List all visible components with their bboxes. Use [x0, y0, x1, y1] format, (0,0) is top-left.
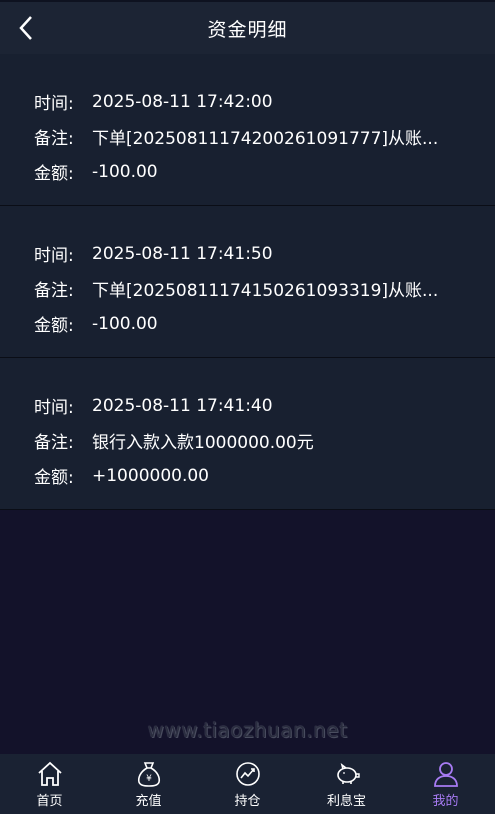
time-value: 2025-08-11 17:42:00 [92, 91, 273, 112]
time-row: 时间: 2025-08-11 17:41:50 [0, 236, 495, 271]
note-value: 银行入款入款1000000.00元 [92, 433, 314, 453]
amount-label: 金额: [34, 164, 74, 184]
time-label: 时间: [34, 246, 74, 266]
tab-positions[interactable]: 持仓 [198, 754, 297, 814]
tab-label: 我的 [432, 794, 459, 809]
money-bag-icon: ¥ [137, 762, 160, 787]
time-label: 时间: [34, 398, 74, 418]
note-row: 备注: 下单[20250811174150261093319]从账... [0, 271, 495, 306]
user-icon [433, 762, 458, 787]
tab-label: 利息宝 [326, 794, 366, 809]
time-label: 时间: [34, 94, 74, 114]
note-label: 备注: [34, 433, 74, 453]
tab-recharge[interactable]: ¥ 充值 [99, 754, 198, 814]
tab-home[interactable]: 首页 [0, 754, 99, 814]
time-row: 时间: 2025-08-11 17:42:00 [0, 84, 495, 119]
piggy-bank-icon [336, 763, 360, 784]
bottom-tab-bar: 首页 ¥ 充值 持仓 利息宝 我的 [0, 754, 495, 814]
list-item[interactable]: 时间: 2025-08-11 17:41:50 备注: 下单[202508111… [0, 206, 495, 358]
tab-label: 充值 [135, 794, 162, 809]
note-label: 备注: [34, 129, 74, 149]
amount-row: 金额: -100.00 [0, 154, 495, 189]
time-value: 2025-08-11 17:41:50 [92, 243, 273, 264]
time-value: 2025-08-11 17:41:40 [92, 395, 273, 416]
note-row: 备注: 下单[20250811174200261091777]从账... [0, 119, 495, 154]
page-title: 资金明细 [207, 18, 288, 41]
back-button[interactable] [14, 14, 38, 42]
tab-interest[interactable]: 利息宝 [297, 754, 396, 814]
note-label: 备注: [34, 281, 74, 301]
list-item[interactable]: 时间: 2025-08-11 17:41:40 备注: 银行入款入款100000… [0, 358, 495, 510]
tab-mine[interactable]: 我的 [396, 754, 495, 814]
home-icon [37, 761, 62, 786]
time-row: 时间: 2025-08-11 17:41:40 [0, 388, 495, 423]
transaction-list: 时间: 2025-08-11 17:42:00 备注: 下单[202508111… [0, 54, 495, 510]
chart-icon [235, 762, 260, 786]
amount-label: 金额: [34, 316, 74, 336]
amount-value: +1000000.00 [92, 465, 209, 486]
chevron-left-icon [19, 16, 32, 40]
top-bar: 资金明细 [0, 0, 495, 54]
list-item[interactable]: 时间: 2025-08-11 17:42:00 备注: 下单[202508111… [0, 54, 495, 206]
svg-text:¥: ¥ [146, 774, 152, 784]
amount-value: -100.00 [92, 313, 158, 334]
amount-row: 金额: -100.00 [0, 306, 495, 341]
amount-value: -100.00 [92, 161, 158, 182]
tab-label: 首页 [36, 794, 63, 809]
amount-label: 金额: [34, 468, 74, 488]
tab-label: 持仓 [234, 794, 261, 809]
note-value: 下单[20250811174150261093319]从账... [92, 281, 439, 301]
watermark: www.tiaozhuan.net [147, 718, 348, 742]
note-row: 备注: 银行入款入款1000000.00元 [0, 423, 495, 458]
note-value: 下单[20250811174200261091777]从账... [92, 129, 439, 149]
amount-row: 金额: +1000000.00 [0, 458, 495, 493]
